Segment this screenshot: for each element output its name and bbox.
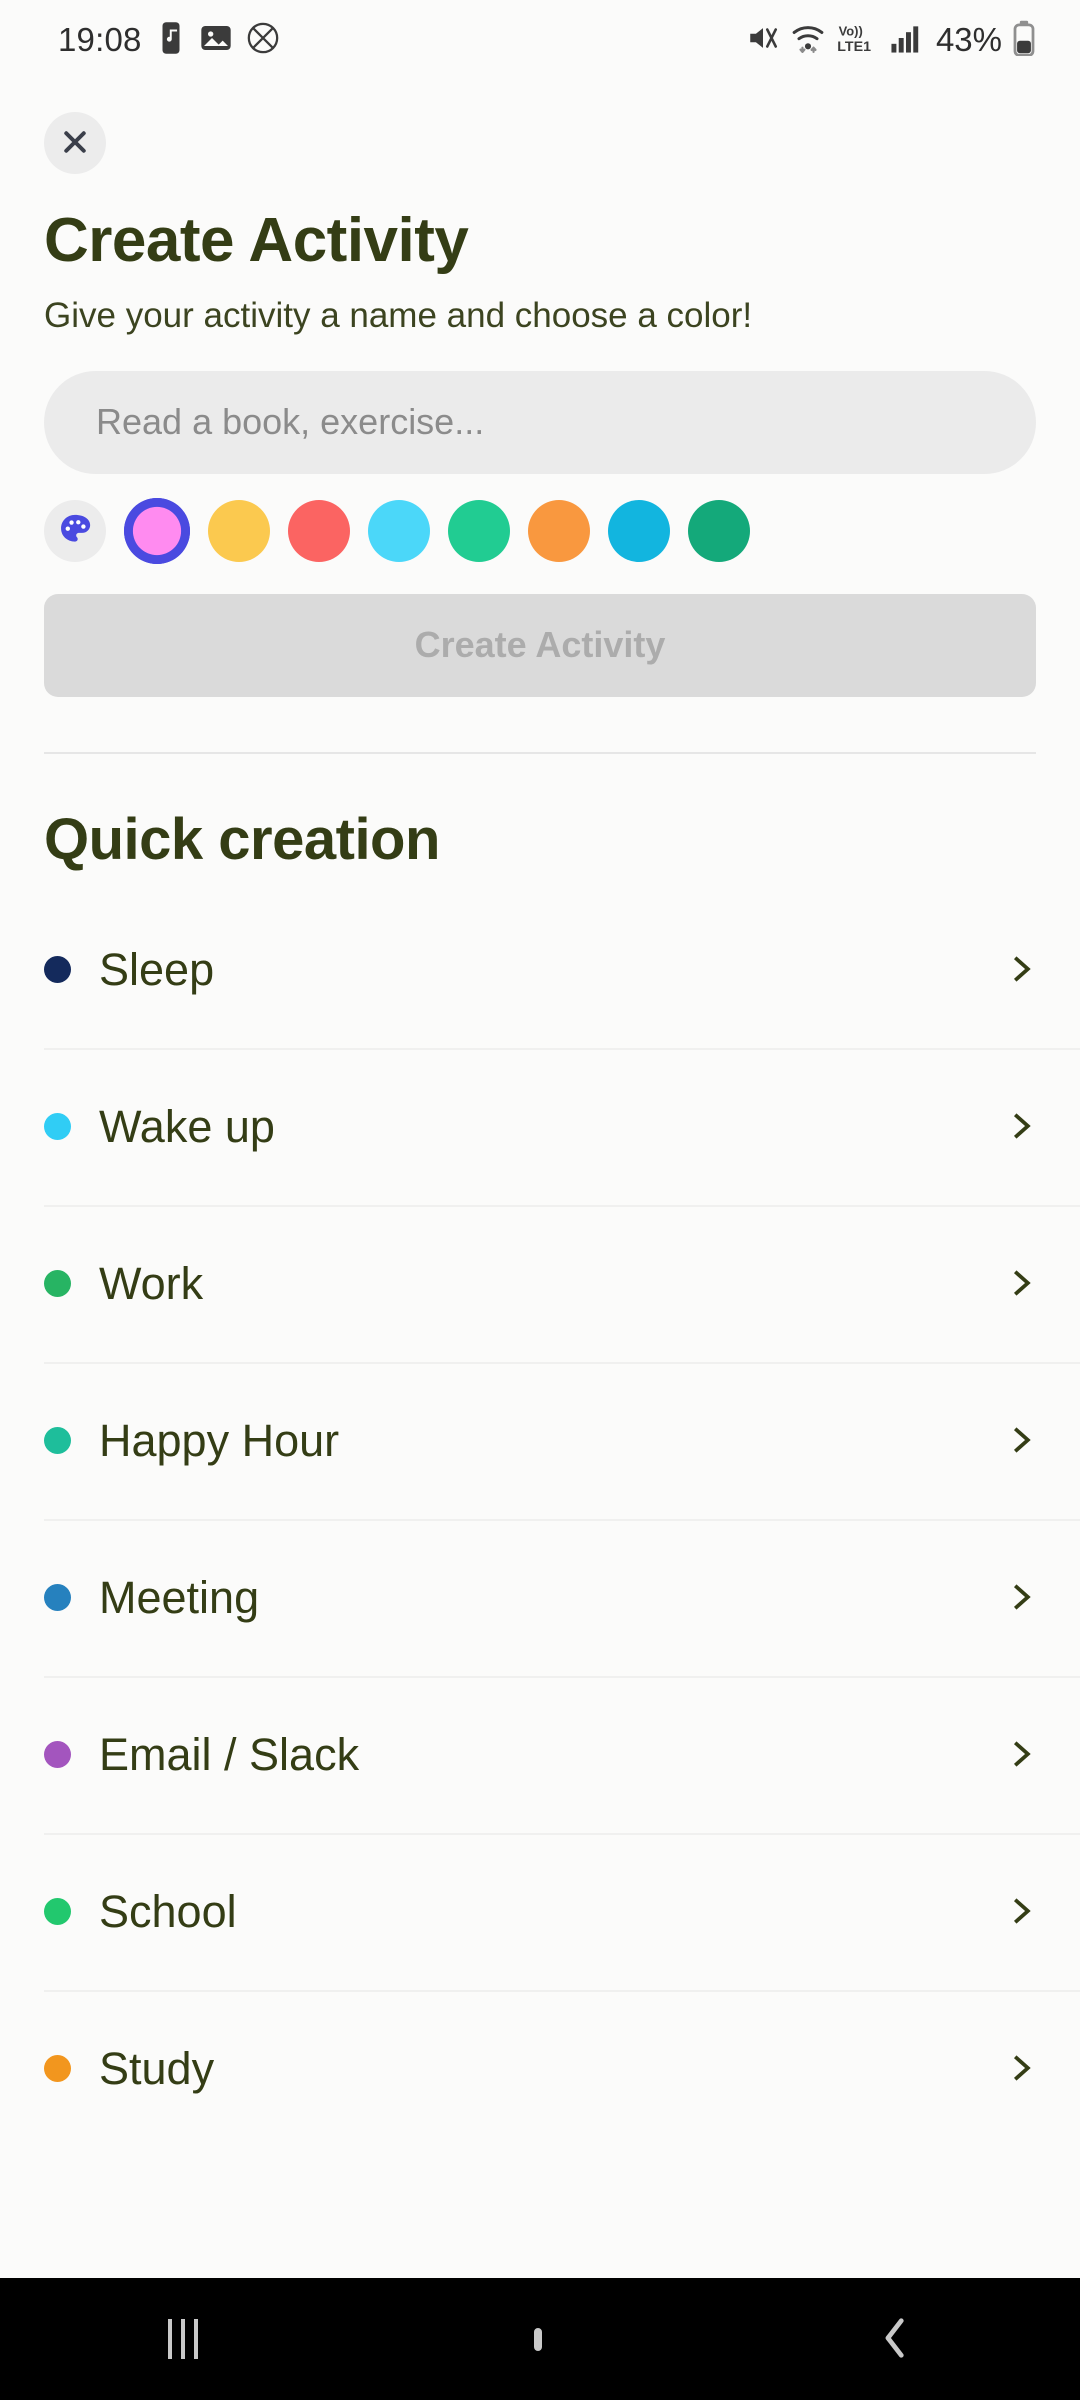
- list-item[interactable]: Work: [0, 1204, 1080, 1362]
- status-bar: 19:08 Vo)) LTE1 43%: [0, 0, 1080, 80]
- music-note-icon: [156, 21, 186, 60]
- page-title: Create Activity: [44, 206, 469, 275]
- quick-creation-title: Quick creation: [44, 806, 440, 872]
- palette-icon-button[interactable]: [44, 499, 106, 562]
- color-swatch-pink[interactable]: [124, 497, 190, 564]
- close-button-row: [0, 80, 1080, 174]
- list-item-label: Happy Hour: [99, 1414, 340, 1466]
- color-swatch-azure[interactable]: [608, 499, 670, 562]
- activity-color-dot: [44, 1112, 71, 1140]
- color-picker-row: [0, 474, 1080, 564]
- back-icon: [878, 2317, 912, 2363]
- list-item[interactable]: Wake up: [0, 1047, 1080, 1205]
- palette-icon: [57, 511, 93, 550]
- list-item[interactable]: Meeting: [0, 1518, 1080, 1676]
- chevron-right-icon: [1006, 954, 1036, 984]
- svg-text:LTE1: LTE1: [837, 38, 871, 54]
- recents-icon: [168, 2319, 198, 2359]
- color-swatch-orange[interactable]: [528, 499, 590, 562]
- color-swatch-pink-fill: [132, 506, 182, 556]
- app-screen: 19:08 Vo)) LTE1 43% Create Activity Give…: [0, 0, 1080, 2400]
- signal-icon: [890, 22, 922, 59]
- list-item-label: School: [99, 1885, 237, 1937]
- list-item-label: Sleep: [99, 943, 215, 995]
- quick-creation-list: Sleep Wake up Work Happy Hour Meeting Em…: [0, 891, 1080, 2147]
- color-swatch-emerald[interactable]: [448, 499, 510, 562]
- list-item[interactable]: Sleep: [0, 891, 1080, 1048]
- home-button[interactable]: [474, 2327, 602, 2351]
- activity-color-dot: [44, 955, 71, 983]
- list-item[interactable]: School: [0, 1832, 1080, 1990]
- activity-color-dot: [44, 1426, 71, 1454]
- submit-row: Create Activity: [0, 564, 1080, 697]
- wifi-icon: [790, 21, 826, 60]
- chevron-right-icon: [1006, 2053, 1036, 2083]
- close-icon: [61, 128, 89, 159]
- chevron-right-icon: [1006, 1425, 1036, 1455]
- activity-color-dot: [44, 1740, 71, 1768]
- mute-icon: [746, 22, 780, 59]
- activity-color-dot: [44, 2054, 71, 2082]
- chevron-right-icon: [1006, 1111, 1036, 1141]
- chevron-right-icon: [1006, 1739, 1036, 1769]
- list-item-label: Wake up: [99, 1100, 275, 1152]
- no-sim-icon: [246, 21, 280, 60]
- create-activity-button[interactable]: Create Activity: [44, 593, 1036, 697]
- back-button[interactable]: [818, 2316, 972, 2363]
- activity-color-dot: [44, 1897, 71, 1925]
- color-swatch-yellow[interactable]: [208, 499, 270, 562]
- list-item[interactable]: Happy Hour: [0, 1361, 1080, 1519]
- color-swatch-sky-cyan[interactable]: [368, 499, 430, 562]
- android-nav-bar: [0, 2278, 1080, 2400]
- status-bar-left: 19:08: [58, 21, 280, 60]
- activity-name-row: [0, 337, 1080, 474]
- list-item-label: Study: [99, 2042, 215, 2094]
- activity-name-input[interactable]: [44, 370, 1036, 474]
- chevron-right-icon: [1006, 1582, 1036, 1612]
- volte-icon: Vo)) LTE1: [836, 21, 880, 60]
- image-icon: [200, 22, 232, 59]
- list-item[interactable]: Email / Slack: [0, 1675, 1080, 1833]
- color-swatch-coral-red[interactable]: [288, 499, 350, 562]
- close-button[interactable]: [44, 112, 106, 174]
- battery-icon: [1012, 20, 1036, 61]
- page-header: Create Activity Give your activity a nam…: [0, 174, 1080, 337]
- page-subtitle: Give your activity a name and choose a c…: [44, 295, 753, 335]
- list-item-label: Meeting: [99, 1571, 260, 1623]
- status-bar-clock: 19:08: [58, 21, 142, 58]
- chevron-right-icon: [1006, 1896, 1036, 1926]
- list-item[interactable]: Study: [0, 1989, 1080, 2147]
- chevron-right-icon: [1006, 1268, 1036, 1298]
- color-swatch-green-teal[interactable]: [688, 499, 750, 562]
- battery-percent-label: 43%: [935, 21, 1002, 58]
- status-bar-right: Vo)) LTE1 43%: [746, 20, 1036, 61]
- activity-color-dot: [44, 1583, 71, 1611]
- list-item-label: Work: [99, 1257, 204, 1309]
- list-item-label: Email / Slack: [99, 1728, 360, 1780]
- svg-text:Vo)): Vo)): [839, 23, 863, 38]
- home-icon: [534, 2327, 542, 2351]
- activity-color-dot: [44, 1269, 71, 1297]
- recents-button[interactable]: [108, 2319, 258, 2359]
